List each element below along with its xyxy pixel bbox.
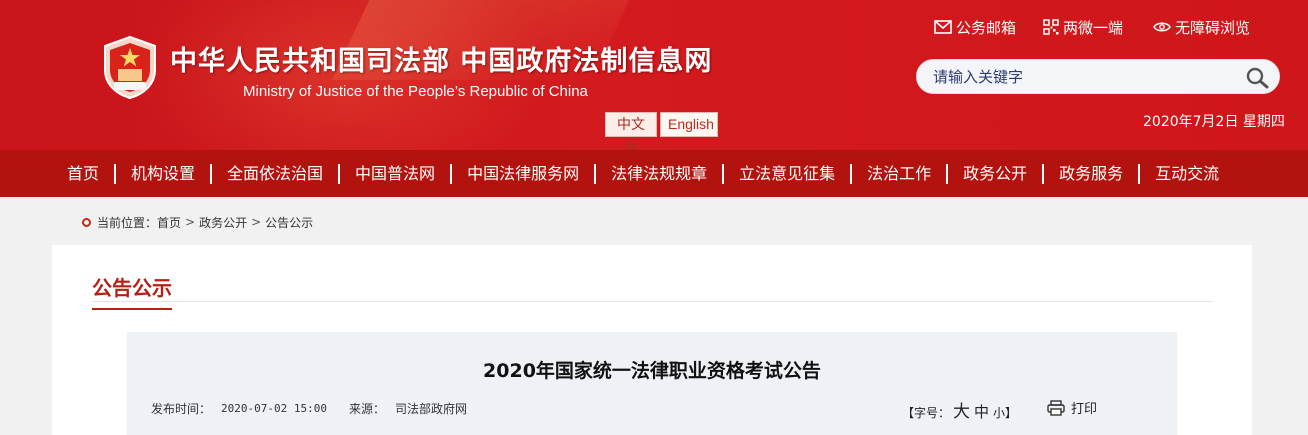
search-box: [916, 59, 1280, 94]
breadcrumb-separator: >: [185, 215, 196, 229]
font-size-selector: 【字号： 大 中 小 】: [902, 397, 1017, 422]
breadcrumb-label: 当前位置：: [97, 215, 158, 230]
print-label: 打印: [1071, 402, 1098, 417]
two-micro-one-app-label: 两微一端: [1063, 18, 1124, 37]
site-title-cn[interactable]: 中华人民共和国司法部 中国政府法制信息网: [170, 39, 712, 78]
main-nav: 首页 机构设置 全面依法治国 中国普法网 中国法律服务网 法律法规规章 立法意见…: [0, 150, 1308, 197]
breadcrumb-item-government-affairs[interactable]: 政务公开: [199, 214, 247, 231]
current-date: 2020年7月2日 星期四: [1143, 114, 1285, 130]
printer-icon: [1047, 399, 1065, 416]
lang-english-button[interactable]: English: [660, 112, 718, 137]
site-title-en[interactable]: Ministry of Justice of the People’s Repu…: [243, 83, 588, 100]
article-header: 2020年国家统一法律职业资格考试公告 发布时间： 2020-07-02 15:…: [127, 332, 1177, 435]
publish-time-label: 发布时间：: [151, 402, 212, 416]
breadcrumb: 当前位置： 首页 > 政务公开 > 公告公示: [82, 213, 313, 231]
official-mail-label: 公务邮箱: [956, 18, 1017, 37]
content-panel: 公告公示 2020年国家统一法律职业资格考试公告 发布时间： 2020-07-0…: [52, 245, 1252, 435]
accessibility-link[interactable]: 无障碍浏览: [1153, 17, 1250, 37]
ministry-emblem-icon[interactable]: [100, 34, 160, 100]
breadcrumb-separator: >: [251, 215, 262, 229]
search-icon[interactable]: [1245, 66, 1269, 90]
official-mail-link[interactable]: 公务邮箱: [934, 17, 1016, 37]
print-button[interactable]: 打印: [1047, 398, 1097, 417]
nav-item-legal-education[interactable]: 中国普法网: [340, 163, 453, 184]
nav-item-government-services[interactable]: 政务服务: [1044, 163, 1141, 184]
article-title: 2020年国家统一法律职业资格考试公告: [483, 360, 821, 382]
accessibility-label: 无障碍浏览: [1175, 18, 1251, 37]
nav-item-legislative-opinions[interactable]: 立法意见征集: [724, 163, 853, 184]
breadcrumb-item-home[interactable]: 首页: [157, 214, 181, 231]
font-size-medium-button[interactable]: 中: [974, 401, 989, 422]
nav-item-rule-of-law[interactable]: 全面依法治国: [212, 163, 341, 184]
font-size-close-bracket: 】: [1005, 406, 1018, 420]
location-dot-icon: [82, 217, 91, 227]
breadcrumb-item-announcements[interactable]: 公告公示: [265, 214, 313, 231]
publish-time: 发布时间： 2020-07-02 15:00: [151, 400, 327, 417]
nav-item-home[interactable]: 首页: [52, 163, 117, 184]
font-size-small-button[interactable]: 小: [993, 404, 1005, 421]
nav-item-interaction[interactable]: 互动交流: [1140, 164, 1234, 184]
nav-item-organization[interactable]: 机构设置: [116, 163, 213, 184]
section-divider: [92, 301, 1213, 302]
eye-icon: [1153, 22, 1171, 32]
nav-item-rule-of-law-work[interactable]: 法治工作: [852, 163, 949, 184]
qr-code-icon: [1043, 19, 1059, 35]
publish-time-value: 2020-07-02 15:00: [221, 402, 327, 415]
search-input[interactable]: [933, 66, 1233, 88]
lang-chinese-button[interactable]: 中文版: [605, 112, 657, 150]
source-value: 司法部政府网: [395, 402, 468, 416]
nav-item-legal-services[interactable]: 中国法律服务网: [452, 163, 597, 184]
nav-item-government-affairs[interactable]: 政务公开: [948, 163, 1045, 184]
site-header: 中华人民共和国司法部 中国政府法制信息网 Ministry of Justice…: [0, 0, 1308, 150]
font-size-large-button[interactable]: 大: [953, 397, 970, 422]
section-title: 公告公示: [92, 272, 172, 310]
mail-icon: [934, 20, 952, 34]
font-size-label: 【字号：: [902, 406, 951, 420]
source-label: 来源：: [349, 402, 386, 416]
nav-item-laws-regulations[interactable]: 法律法规规章: [596, 163, 725, 184]
article-source: 来源： 司法部政府网: [349, 400, 467, 417]
two-micro-one-app-link[interactable]: 两微一端: [1043, 17, 1123, 37]
